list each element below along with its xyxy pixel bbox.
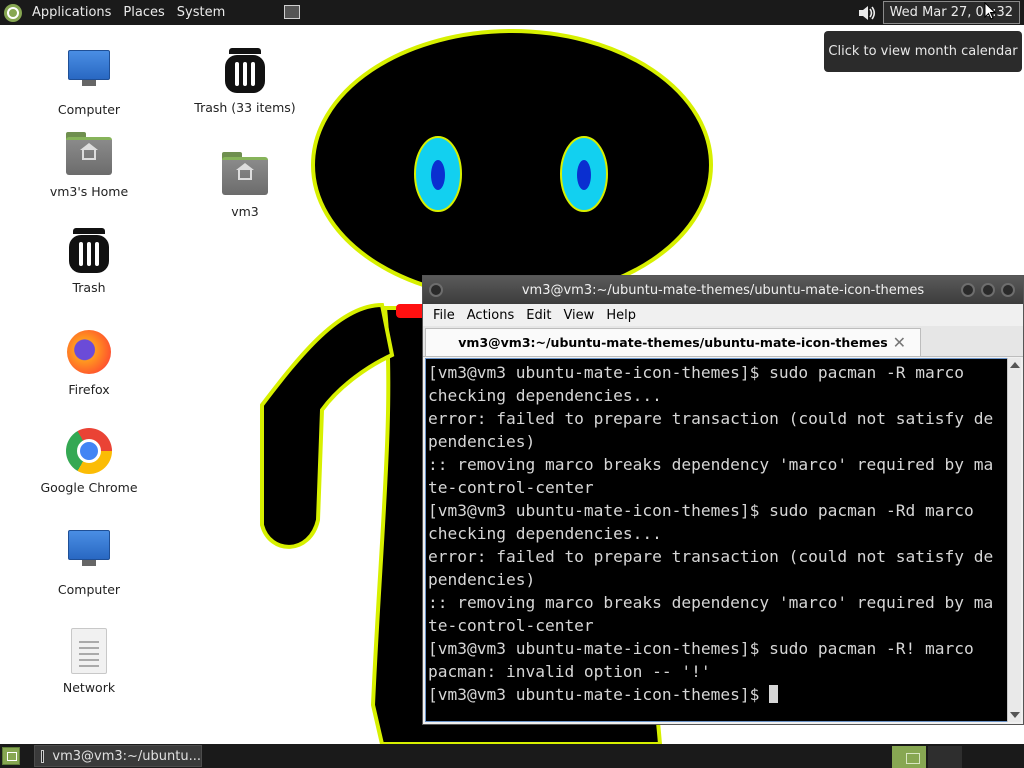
scroll-up-icon[interactable] [1010,362,1020,368]
terminal-line: pacman: invalid option -- '!' [428,662,711,681]
terminal-line: error: failed to prepare transaction (co… [428,547,994,566]
desktop-icon-chrome[interactable]: Google Chrome [34,428,144,495]
menu-places[interactable]: Places [117,5,170,20]
show-desktop-button[interactable] [2,747,20,765]
maximize-button[interactable] [981,283,995,297]
wallpaper-pupil-right [577,160,591,190]
menu-file[interactable]: File [427,308,461,323]
terminal-line: te-control-center [428,616,594,635]
wallpaper-head [311,29,713,301]
terminal-menubar: File Actions Edit View Help [423,304,1023,326]
text-cursor [769,685,779,703]
terminal-tabbar: vm3@vm3:~/ubuntu-mate-themes/ubuntu-mate… [423,326,1023,357]
terminal-line: :: removing marco breaks dependency 'mar… [428,455,994,474]
firefox-icon [65,330,113,378]
minimize-button[interactable] [961,283,975,297]
desktop-icon-network[interactable]: Network [34,628,144,695]
wallpaper-arm [260,302,395,549]
terminal-line: pendencies) [428,432,536,451]
clock[interactable]: Wed Mar 27, 02:32 [882,1,1020,24]
workspace-2[interactable] [928,746,962,768]
desktop-icon-computer-2[interactable]: Computer [34,530,144,597]
mate-logo-icon[interactable] [4,3,22,22]
main-menu: Applications Places System [0,0,237,25]
terminal-prompt-line[interactable]: [vm3@vm3 ubuntu-mate-icon-themes]$ [428,683,1008,706]
desktop-icon-label: vm3's Home [49,184,129,199]
trash-icon [65,228,113,276]
computer-icon [65,50,113,98]
desktop-icon-label: Computer [57,582,121,597]
terminal-line: checking dependencies... [428,524,662,543]
window-controls [961,283,1015,297]
menu-system[interactable]: System [171,5,231,20]
terminal-line: pendencies) [428,570,536,589]
bottom-panel: vm3@vm3:~/ubuntu... [0,744,1024,768]
terminal-line: [vm3@vm3 ubuntu-mate-icon-themes]$ sudo … [428,363,965,382]
terminal-window-title: vm3@vm3:~/ubuntu-mate-themes/ubuntu-mate… [521,282,925,298]
taskbar-terminal-button[interactable]: vm3@vm3:~/ubuntu... [34,745,202,767]
chrome-icon [65,428,113,476]
desktop-icon-trash[interactable]: Trash [34,228,144,295]
terminal-line: [vm3@vm3 ubuntu-mate-icon-themes]$ sudo … [428,639,974,658]
menu-actions[interactable]: Actions [461,308,521,323]
terminal-icon [41,749,45,763]
terminal-line: error: failed to prepare transaction (co… [428,409,994,428]
terminal-titlebar[interactable]: vm3@vm3:~/ubuntu-mate-themes/ubuntu-mate… [423,276,1023,304]
terminal-window[interactable]: vm3@vm3:~/ubuntu-mate-themes/ubuntu-mate… [422,275,1024,725]
desktop-icon-firefox[interactable]: Firefox [34,328,144,397]
window-menu-button[interactable] [429,283,443,297]
home-folder-icon [65,132,113,180]
terminal-tab-title: vm3@vm3:~/ubuntu-mate-themes/ubuntu-mate… [458,335,888,350]
terminal-scrollbar[interactable] [1007,358,1021,722]
desktop-icon-label: vm3 [231,204,259,219]
computer-icon [65,530,113,578]
desktop-icon-vm3[interactable]: vm3 [190,148,300,219]
desktop-icon-label: Trash [72,280,106,295]
desktop-icon-computer[interactable]: Computer [34,50,144,117]
workspace-1[interactable] [892,746,926,768]
desktop-icon-label: Network [62,680,116,695]
terminal-line: te-control-center [428,478,594,497]
terminal-line: checking dependencies... [428,386,662,405]
scroll-down-icon[interactable] [1010,712,1020,718]
volume-icon[interactable] [857,4,877,22]
desktop-icon-label: Computer [57,102,121,117]
menu-help[interactable]: Help [600,308,642,323]
home-folder-icon [221,152,269,200]
menu-edit[interactable]: Edit [520,308,557,323]
desktop-icon-label: Google Chrome [40,480,138,495]
menu-view[interactable]: View [557,308,600,323]
mouse-pointer-icon [984,2,996,20]
wallpaper-pupil-left [431,160,445,190]
close-button[interactable] [1001,283,1015,297]
menu-applications[interactable]: Applications [26,5,117,20]
terminal-prompt: [vm3@vm3 ubuntu-mate-icon-themes]$ [428,685,770,704]
close-tab-icon[interactable]: ✕ [893,333,906,352]
network-icon [65,628,113,676]
top-panel: Applications Places System Wed Mar 27, 0… [0,0,1024,25]
terminal-output[interactable]: [vm3@vm3 ubuntu-mate-icon-themes]$ sudo … [425,358,1009,722]
terminal-tab[interactable]: vm3@vm3:~/ubuntu-mate-themes/ubuntu-mate… [425,328,921,356]
desktop-icon-home[interactable]: vm3's Home [34,128,144,199]
terminal-line: :: removing marco breaks dependency 'mar… [428,593,994,612]
trash-icon [221,48,269,96]
desktop-icon-trash-full[interactable]: Trash (33 items) [190,48,300,115]
show-desktop-icon[interactable] [284,5,300,19]
calendar-tooltip: Click to view month calendar [824,31,1022,72]
terminal-line: [vm3@vm3 ubuntu-mate-icon-themes]$ sudo … [428,501,974,520]
desktop-icon-label: Firefox [68,382,110,397]
taskbar-label: vm3@vm3:~/ubuntu... [52,748,201,764]
desktop-icon-label: Trash (33 items) [194,100,296,115]
